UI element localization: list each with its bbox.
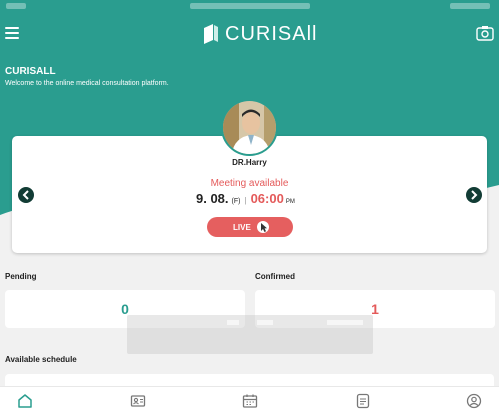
page-title: CURISALL [5,66,56,77]
live-button[interactable]: LIVE [207,217,293,237]
menu-button[interactable] [5,27,19,39]
account-icon[interactable] [466,393,482,409]
document-icon[interactable] [355,393,371,409]
logo-text: CURISAll [225,22,318,45]
camera-switch-icon[interactable] [476,24,494,42]
status-bar [0,0,499,12]
meeting-date: 9. 08. [196,191,229,206]
app-logo: CURISAll [204,21,317,47]
pointer-cursor-icon [257,221,269,233]
meeting-status: Meeting available [210,178,289,189]
meeting-datetime: 9. 08. (F) | 06:00 PM [196,191,295,206]
profile-card-icon[interactable] [130,393,146,409]
chevron-right-icon [471,190,478,200]
calendar-icon[interactable] [242,393,258,409]
status-bar-left [6,3,26,9]
meeting-day: (F) [231,198,241,205]
previous-doctor-button[interactable] [18,187,34,203]
meeting-time: 06:00 [250,191,284,206]
menu-icon-bar-1 [5,27,19,29]
chevron-left-icon [22,190,29,200]
menu-icon-bar-2 [5,32,19,34]
doctor-name: DR.Harry [232,158,267,167]
pending-label: Pending [5,272,37,281]
toast-line-1 [227,320,239,325]
logo-mark-icon [204,24,218,44]
overlay-toast [127,315,373,354]
schedule-label: Available schedule [5,355,77,364]
datetime-divider: | [244,196,247,205]
home-icon[interactable] [17,393,33,409]
meeting-ampm: PM [285,199,295,205]
status-bar-right [450,3,490,9]
doctor-avatar [221,99,278,156]
bottom-tab-bar [0,386,499,414]
next-doctor-button[interactable] [466,187,482,203]
page-subtitle: Welcome to the online medical consultati… [5,80,169,87]
menu-icon-bar-3 [5,37,19,39]
toast-line-3 [327,320,363,325]
toast-line-2 [257,320,273,325]
status-bar-center [190,3,310,9]
live-button-label: LIVE [233,223,251,232]
confirmed-label: Confirmed [255,272,295,281]
